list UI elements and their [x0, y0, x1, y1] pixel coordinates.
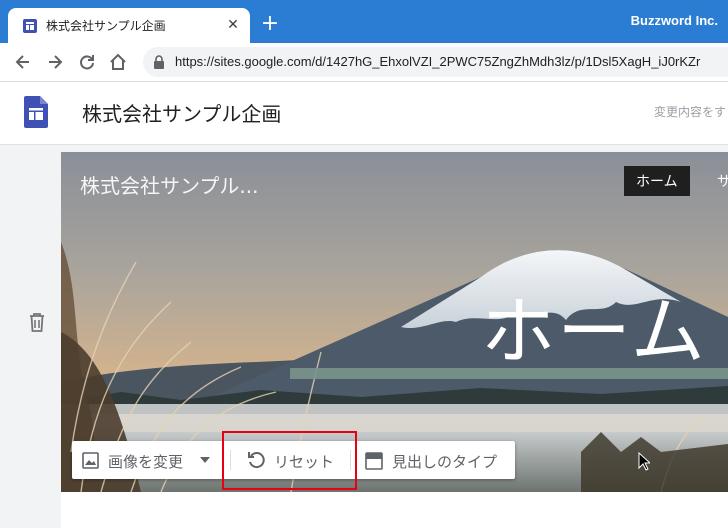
nav-link-next[interactable]: サ: [717, 171, 728, 191]
mouse-cursor-icon: [638, 452, 650, 471]
chevron-down-icon[interactable]: [200, 457, 210, 463]
browser-tab-strip: 株式会社サンプル企画 ✕ + Buzzword Inc.: [0, 0, 728, 43]
change-image-button[interactable]: 画像を変更: [72, 441, 222, 479]
hero-title-accent-bar: [290, 368, 728, 379]
reload-icon[interactable]: [77, 52, 97, 72]
close-icon[interactable]: ✕: [224, 16, 242, 34]
reset-highlight-annotation: [222, 431, 357, 490]
address-bar[interactable]: https://sites.google.com/d/1427hG_EhxolV…: [143, 47, 728, 77]
trash-icon[interactable]: [28, 312, 46, 332]
url-text[interactable]: https://sites.google.com/d/1427hG_EhxolV…: [175, 54, 700, 69]
brand-label: Buzzword Inc.: [630, 13, 718, 28]
forward-arrow-icon[interactable]: [45, 52, 65, 72]
google-sites-logo-icon[interactable]: [24, 96, 48, 128]
lock-icon: [154, 55, 164, 69]
save-status: 変更内容をす: [654, 105, 727, 119]
change-image-label: 画像を変更: [108, 453, 184, 471]
sites-favicon-icon: [23, 19, 37, 33]
page-body-section[interactable]: [61, 492, 728, 528]
image-icon: [82, 452, 99, 469]
back-arrow-icon[interactable]: [13, 52, 33, 72]
hero-title[interactable]: ホーム: [481, 272, 707, 379]
sites-editor-header: 株式会社サンプル企画 変更内容をす: [0, 82, 728, 145]
nav-link-home[interactable]: ホーム: [624, 166, 690, 196]
browser-toolbar: https://sites.google.com/d/1427hG_EhxolV…: [0, 43, 728, 82]
tab-title: 株式会社サンプル企画: [46, 19, 166, 33]
plus-icon[interactable]: +: [258, 12, 282, 36]
site-name[interactable]: 株式会社サンプル企画: [82, 98, 281, 127]
home-icon[interactable]: [108, 52, 128, 72]
header-type-label: 見出しのタイプ: [392, 453, 498, 471]
browser-tab[interactable]: 株式会社サンプル企画 ✕: [8, 8, 250, 43]
header-type-button[interactable]: 見出しのタイプ: [355, 441, 515, 479]
header-type-icon: [365, 452, 383, 470]
banner-site-title[interactable]: 株式会社サンプル...: [80, 170, 258, 199]
